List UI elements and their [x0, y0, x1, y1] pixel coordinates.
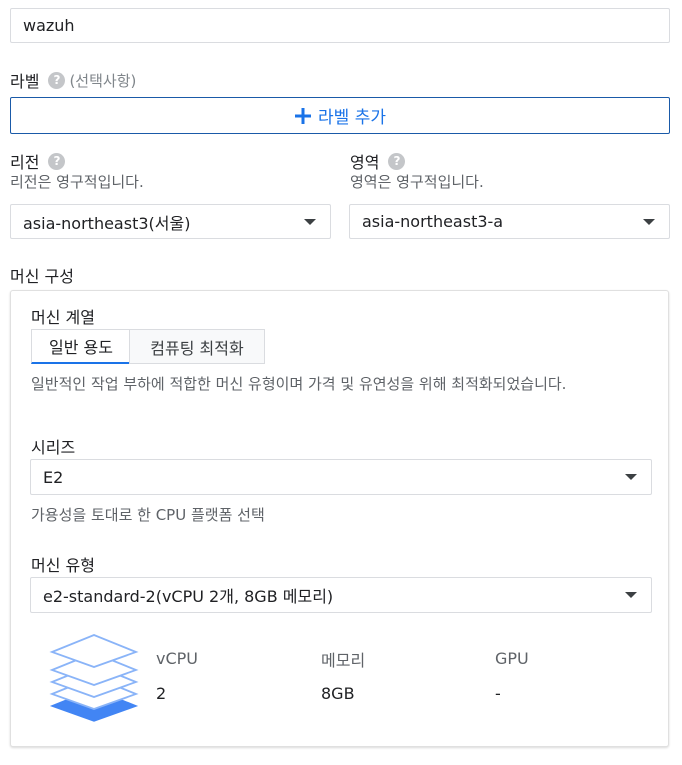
tab-general-purpose-label: 일반 용도	[49, 338, 113, 357]
plus-icon	[295, 107, 312, 124]
memory-value: 8GB	[321, 684, 355, 703]
tab-compute-optimized-label: 컴퓨팅 최적화	[150, 338, 244, 358]
region-header: 리전 ?	[10, 149, 66, 173]
zone-title: 영역	[350, 153, 380, 172]
machine-type-select-value: e2-standard-2(vCPU 2개, 8GB 메모리)	[43, 587, 334, 606]
series-select[interactable]: E2	[30, 459, 652, 495]
vcpu-value: 2	[156, 684, 167, 703]
labels-title: 라벨	[10, 72, 40, 91]
name-input-value: wazuh	[23, 16, 75, 35]
zone-help-icon[interactable]: ?	[388, 152, 406, 170]
add-label-button[interactable]: 라벨 추가	[10, 97, 670, 134]
series-dropdown-icon	[625, 474, 637, 480]
series-title: 시리즈	[31, 438, 76, 457]
memory-label: 메모리	[321, 651, 366, 670]
zone-select[interactable]: asia-northeast3-a	[349, 204, 670, 239]
region-title: 리전	[10, 153, 40, 172]
region-select-value: asia-northeast3(서울)	[23, 213, 191, 233]
machine-config-card: 머신 계열 일반 용도 컴퓨팅 최적화 일반적인 작업 부하에 적합한 머신 유…	[10, 290, 669, 747]
name-input[interactable]: wazuh	[10, 8, 670, 43]
help-icon[interactable]: ?	[48, 71, 66, 89]
zone-note: 영역은 영구적입니다.	[350, 173, 484, 191]
labels-header: 라벨 ? (선택사항)	[10, 68, 136, 92]
machine-family-description: 일반적인 작업 부하에 적합한 머신 유형이며 가격 및 유연성을 위해 최적화…	[31, 375, 567, 393]
add-label-text: 라벨 추가	[318, 108, 386, 128]
machine-type-dropdown-icon	[625, 592, 637, 598]
gpu-value: -	[495, 684, 501, 703]
zone-dropdown-icon	[643, 218, 655, 225]
machine-type-title: 머신 유형	[31, 556, 95, 575]
tab-compute-optimized[interactable]: 컴퓨팅 최적화	[129, 329, 265, 364]
zone-header: 영역 ?	[350, 149, 406, 173]
vcpu-label: vCPU	[156, 649, 198, 668]
zone-select-value: asia-northeast3-a	[362, 212, 504, 231]
gpu-label: GPU	[495, 649, 529, 668]
region-select[interactable]: asia-northeast3(서울)	[10, 204, 331, 239]
stacked-layers-icon	[49, 634, 139, 722]
series-note: 가용성을 토대로 한 CPU 플랫폼 선택	[31, 506, 265, 524]
labels-optional: (선택사항)	[69, 71, 137, 90]
region-help-icon[interactable]: ?	[48, 152, 66, 170]
tab-general-purpose[interactable]: 일반 용도	[31, 329, 130, 364]
machine-type-select[interactable]: e2-standard-2(vCPU 2개, 8GB 메모리)	[30, 577, 652, 613]
region-dropdown-icon	[304, 218, 316, 225]
region-note: 리전은 영구적입니다.	[10, 173, 144, 191]
series-select-value: E2	[43, 467, 64, 487]
machine-family-title: 머신 계열	[31, 308, 95, 327]
machine-config-title: 머신 구성	[10, 267, 74, 286]
